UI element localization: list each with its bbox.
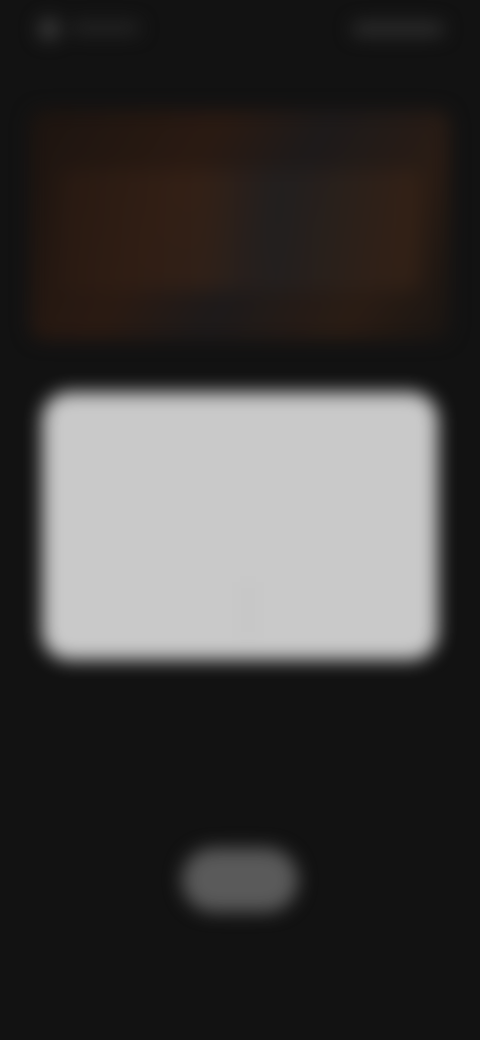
status-bar [0,0,480,60]
dialog-secondary-button[interactable] [82,592,242,612]
status-text-right [352,22,444,36]
dialog [42,392,438,660]
bottom-button[interactable] [182,848,298,912]
blurred-background [0,0,480,1040]
screen [0,0,480,1040]
status-text-left [70,22,140,34]
app-icon [38,18,60,40]
dialog-primary-button[interactable] [282,592,422,612]
dialog-divider [247,582,249,638]
hero-content [60,170,420,290]
